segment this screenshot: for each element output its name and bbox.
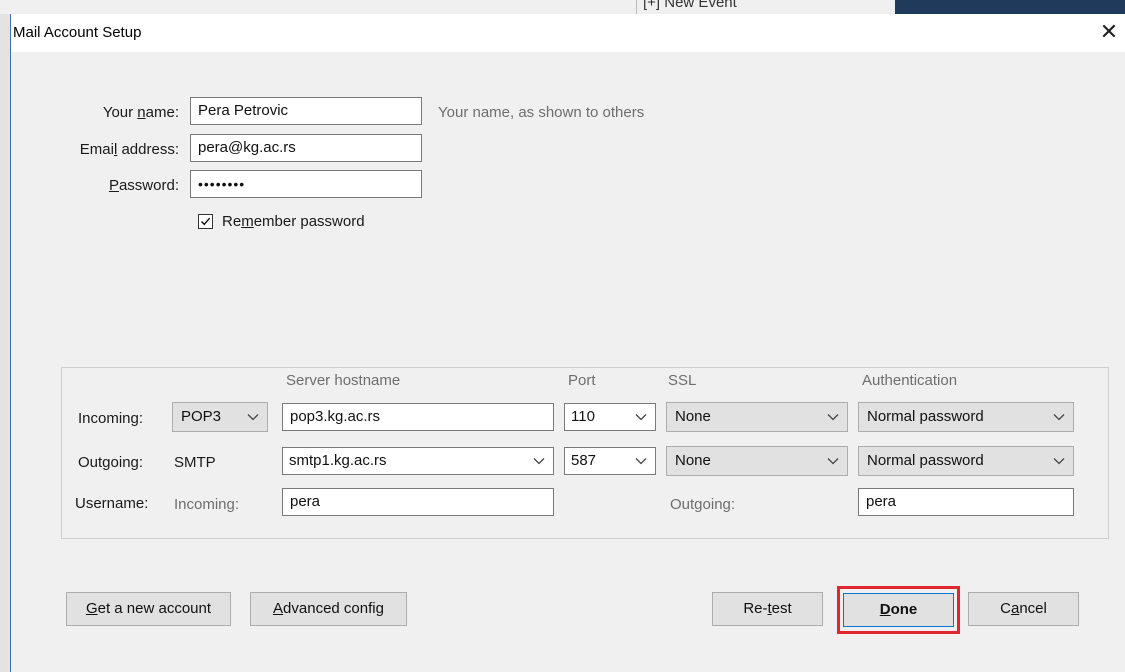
password-label: Password: bbox=[108, 177, 179, 194]
chevron-down-icon bbox=[827, 458, 839, 465]
username-incoming-input[interactable]: pera bbox=[282, 488, 554, 516]
outgoing-hostname-combo[interactable]: smtp1.kg.ac.rs bbox=[282, 447, 554, 475]
outgoing-ssl-value: None bbox=[675, 452, 711, 469]
dialog-titlebar: Mail Account Setup ✕ bbox=[11, 14, 1125, 52]
username-incoming-label: Incoming: bbox=[174, 496, 240, 513]
incoming-protocol-select[interactable]: POP3 bbox=[172, 402, 268, 432]
chevron-down-icon bbox=[635, 414, 647, 421]
chevron-down-icon bbox=[1053, 414, 1065, 421]
chevron-down-icon bbox=[827, 414, 839, 421]
authentication-header: Authentication bbox=[862, 372, 958, 389]
incoming-port-combo[interactable]: 110 bbox=[564, 403, 656, 431]
outgoing-auth-select[interactable]: Normal password bbox=[858, 446, 1074, 476]
background-new-event-label: [+] New Event bbox=[636, 0, 743, 14]
chevron-down-icon bbox=[635, 458, 647, 465]
outgoing-ssl-select[interactable]: None bbox=[666, 446, 848, 476]
chevron-down-icon bbox=[533, 458, 545, 465]
username-label: Username: bbox=[75, 495, 149, 512]
password-input[interactable]: •••••••• bbox=[190, 170, 422, 198]
chevron-down-icon bbox=[247, 414, 259, 421]
remember-password-checkbox[interactable] bbox=[198, 214, 213, 229]
email-address-label: Email address: bbox=[79, 141, 179, 158]
checkmark-icon bbox=[201, 217, 211, 226]
incoming-ssl-value: None bbox=[675, 408, 711, 425]
get-new-account-button[interactable]: Get a new account bbox=[66, 592, 231, 626]
outgoing-port-value: 587 bbox=[571, 452, 597, 469]
outgoing-hostname-value: smtp1.kg.ac.rs bbox=[289, 452, 387, 469]
port-header: Port bbox=[568, 372, 596, 389]
incoming-label: Incoming: bbox=[78, 410, 144, 427]
remember-password-label[interactable]: Remember password bbox=[222, 213, 365, 230]
username-outgoing-input[interactable]: pera bbox=[858, 488, 1074, 516]
ssl-header: SSL bbox=[668, 372, 697, 389]
outgoing-label: Outgoing: bbox=[78, 454, 144, 471]
your-name-hint: Your name, as shown to others bbox=[438, 104, 645, 121]
background-window-edge bbox=[0, 14, 11, 672]
your-name-label: Your name: bbox=[102, 104, 179, 121]
dialog-title: Mail Account Setup bbox=[13, 24, 142, 41]
incoming-protocol-value: POP3 bbox=[181, 408, 222, 425]
advanced-config-button[interactable]: Advanced config bbox=[250, 592, 407, 626]
close-icon[interactable]: ✕ bbox=[1099, 18, 1119, 46]
your-name-input[interactable]: Pera Petrovic bbox=[190, 97, 422, 125]
incoming-ssl-select[interactable]: None bbox=[666, 402, 848, 432]
email-address-input[interactable]: pera@kg.ac.rs bbox=[190, 134, 422, 162]
cancel-button[interactable]: Cancel bbox=[968, 592, 1079, 626]
background-window-dark-panel bbox=[895, 0, 1125, 14]
mail-account-setup-dialog: Mail Account Setup ✕ Your name: Pera Pet… bbox=[11, 14, 1125, 672]
done-button[interactable]: Done bbox=[843, 593, 954, 627]
chevron-down-icon bbox=[1053, 458, 1065, 465]
server-hostname-header: Server hostname bbox=[286, 372, 401, 389]
outgoing-protocol: SMTP bbox=[174, 454, 216, 471]
retest-button[interactable]: Re-test bbox=[712, 592, 823, 626]
incoming-hostname-input[interactable]: pop3.kg.ac.rs bbox=[282, 403, 554, 431]
username-outgoing-label: Outgoing: bbox=[670, 496, 736, 513]
outgoing-port-combo[interactable]: 587 bbox=[564, 447, 656, 475]
incoming-auth-select[interactable]: Normal password bbox=[858, 402, 1074, 432]
outgoing-auth-value: Normal password bbox=[867, 452, 984, 469]
incoming-auth-value: Normal password bbox=[867, 408, 984, 425]
incoming-port-value: 110 bbox=[571, 408, 595, 425]
